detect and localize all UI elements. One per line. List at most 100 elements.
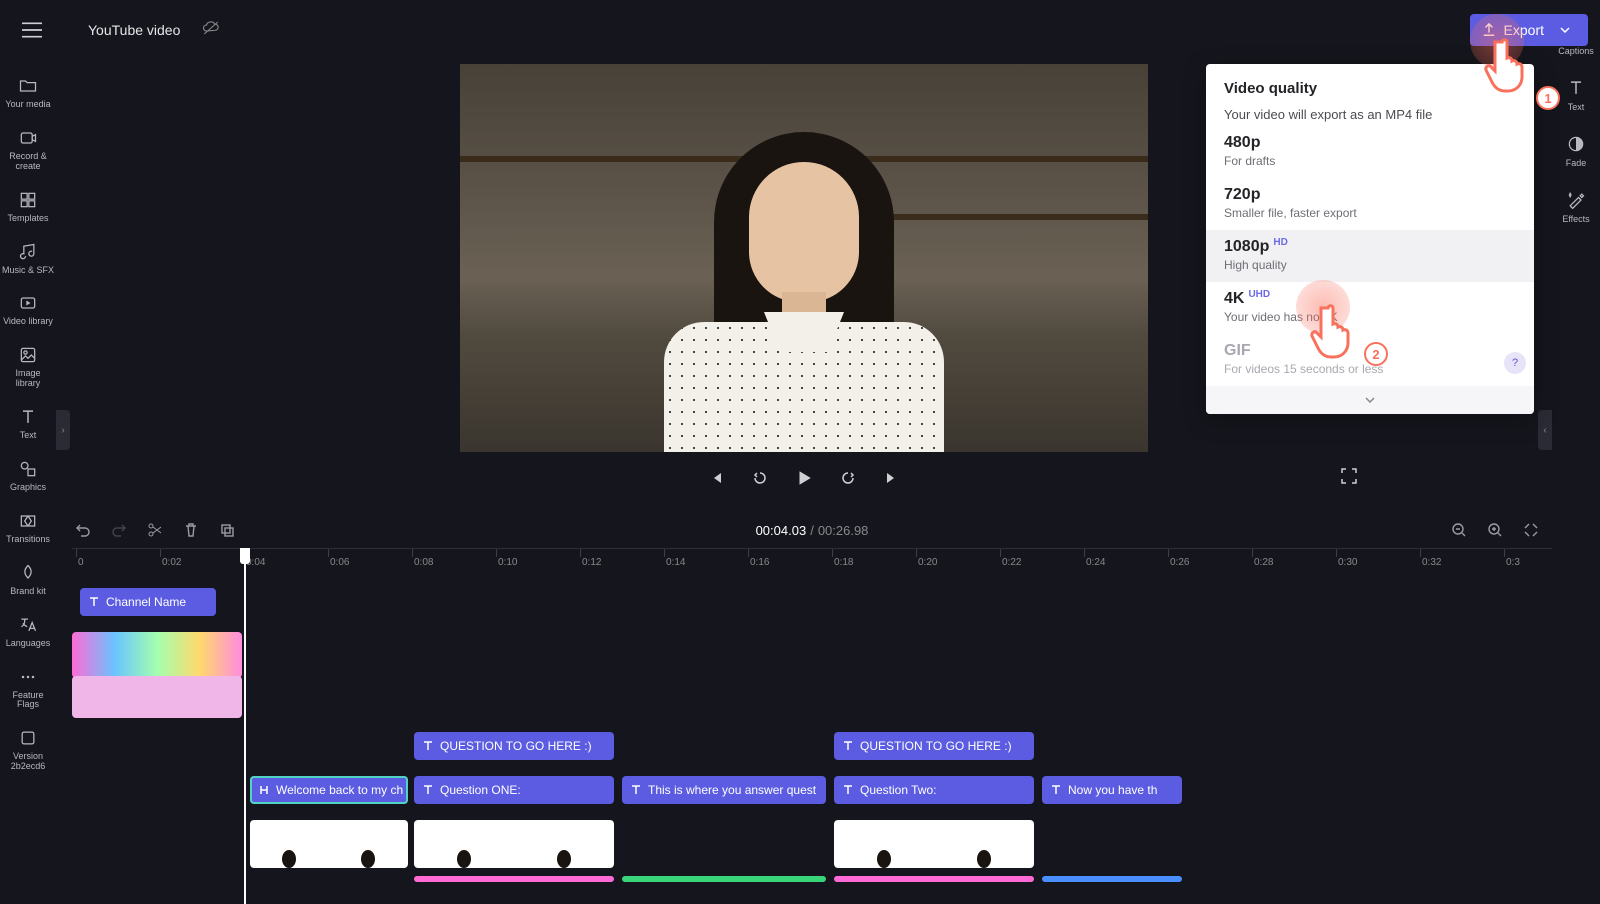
- clip-answer[interactable]: This is where you answer quest: [622, 776, 826, 804]
- ruler-tick-label: 0:02: [162, 557, 181, 568]
- export-label: Export: [1504, 22, 1544, 38]
- ruler-tick-label: 0:24: [1086, 557, 1105, 568]
- leftbar-templates[interactable]: Templates: [0, 182, 56, 232]
- zoom-fit-button[interactable]: [1520, 519, 1542, 541]
- leftbar-feature-flags[interactable]: Feature Flags: [0, 659, 56, 719]
- menu-button[interactable]: [12, 10, 52, 50]
- track-question-headers: QUESTION TO GO HERE :) QUESTION TO GO HE…: [72, 732, 1552, 768]
- help-badge[interactable]: ?: [1504, 352, 1526, 374]
- track-video: [72, 820, 1552, 868]
- rightbar-effects[interactable]: Effects: [1552, 180, 1600, 234]
- zoom-out-button[interactable]: [1448, 519, 1470, 541]
- timeline-toolbar: 00:04.03/00:26.98: [72, 512, 1552, 548]
- export-option-gif[interactable]: GIF For videos 15 seconds or less: [1206, 334, 1534, 386]
- leftbar-languages[interactable]: Languages: [0, 607, 56, 657]
- zoom-in-button[interactable]: [1484, 519, 1506, 541]
- ruler-tick-label: 0:22: [1002, 557, 1021, 568]
- right-toolbar: CCCaptions Text Fade Effects: [1552, 0, 1600, 904]
- play-button[interactable]: [792, 466, 816, 490]
- clip-video-1[interactable]: [250, 820, 408, 868]
- ruler-tick-label: 0:18: [834, 557, 853, 568]
- track-text-lower: Welcome back to my ch Question ONE: This…: [72, 776, 1552, 812]
- ruler-tick-label: 0:3: [1506, 557, 1520, 568]
- playhead[interactable]: [244, 548, 246, 904]
- timeline-ruler[interactable]: 00:020:040:060:080:100:120:140:160:180:2…: [72, 548, 1552, 574]
- leftbar-record-create[interactable]: Record & create: [0, 120, 56, 180]
- forward-button[interactable]: [836, 466, 860, 490]
- ruler-tick-label: 0:12: [582, 557, 601, 568]
- export-option-4k[interactable]: 4KUHD Your video has no 4K: [1206, 282, 1534, 334]
- clip-welcome[interactable]: Welcome back to my ch: [250, 776, 408, 804]
- track-audio: [72, 876, 1552, 882]
- clip-pink-overlay[interactable]: [72, 676, 242, 718]
- ruler-tick-label: 0:10: [498, 557, 517, 568]
- leftbar-graphics[interactable]: Graphics: [0, 451, 56, 501]
- hamburger-icon: [22, 22, 42, 38]
- ruler-tick-label: 0:32: [1422, 557, 1441, 568]
- next-frame-button[interactable]: [880, 466, 904, 490]
- clip-question-one[interactable]: Question ONE:: [414, 776, 614, 804]
- rightbar-text[interactable]: Text: [1552, 68, 1600, 122]
- undo-button[interactable]: [72, 519, 94, 541]
- export-panel-more[interactable]: [1206, 386, 1534, 414]
- ruler-tick-label: 0:06: [330, 557, 349, 568]
- rightbar-fade[interactable]: Fade: [1552, 124, 1600, 178]
- timeline-tracks: Channel Name QUESTION TO GO HERE :) QUES…: [72, 588, 1552, 904]
- leftbar-transitions[interactable]: Transitions: [0, 503, 56, 553]
- ruler-tick-label: 0:26: [1170, 557, 1189, 568]
- chevron-down-icon: [1560, 27, 1570, 33]
- export-panel-title: Video quality: [1224, 80, 1516, 97]
- duplicate-button[interactable]: [216, 519, 238, 541]
- clip-video-2[interactable]: [414, 820, 614, 868]
- leftbar-version[interactable]: Version 2b2ecd6: [0, 720, 56, 780]
- clip-question-two[interactable]: Question Two:: [834, 776, 1034, 804]
- export-button[interactable]: Export: [1470, 14, 1588, 46]
- clip-video-3[interactable]: [834, 820, 1034, 868]
- export-option-720p[interactable]: 720p Smaller file, faster export: [1206, 178, 1534, 230]
- video-preview[interactable]: [460, 64, 1148, 452]
- export-panel-subtitle: Your video will export as an MP4 file: [1224, 107, 1516, 122]
- cloud-sync-off-icon: [202, 21, 220, 40]
- rewind-button[interactable]: [748, 466, 772, 490]
- ruler-tick-label: 0: [78, 557, 84, 568]
- export-option-1080p[interactable]: 1080pHD High quality: [1206, 230, 1534, 282]
- clip-audio-2[interactable]: [622, 876, 826, 882]
- playback-controls: [704, 466, 904, 490]
- chevron-down-icon: [1365, 397, 1375, 403]
- leftbar-brand-kit[interactable]: Brand kit: [0, 555, 56, 605]
- upload-icon: [1482, 23, 1496, 37]
- left-panel-expand[interactable]: ›: [56, 410, 70, 450]
- ruler-tick-label: 0:16: [750, 557, 769, 568]
- prev-frame-button[interactable]: [704, 466, 728, 490]
- ruler-tick-label: 0:14: [666, 557, 685, 568]
- clip-audio-1[interactable]: [414, 876, 614, 882]
- ruler-tick-label: 0:28: [1254, 557, 1273, 568]
- redo-button[interactable]: [108, 519, 130, 541]
- clip-now-have[interactable]: Now you have th: [1042, 776, 1182, 804]
- clip-audio-3[interactable]: [834, 876, 1034, 882]
- leftbar-music-sfx[interactable]: Music & SFX: [0, 234, 56, 284]
- clip-audio-4[interactable]: [1042, 876, 1182, 882]
- fullscreen-button[interactable]: [1340, 467, 1358, 490]
- track-overlay-2: [72, 676, 1552, 724]
- leftbar-image-library[interactable]: Image library: [0, 337, 56, 397]
- clip-gradient-overlay[interactable]: [72, 632, 242, 678]
- track-overlay-1: [72, 632, 1552, 668]
- clip-question-header-2[interactable]: QUESTION TO GO HERE :): [834, 732, 1034, 760]
- export-option-480p[interactable]: 480p For drafts: [1206, 126, 1534, 178]
- right-panel-collapse[interactable]: ‹: [1538, 410, 1552, 450]
- ruler-tick-label: 0:30: [1338, 557, 1357, 568]
- leftbar-video-library[interactable]: Video library: [0, 285, 56, 335]
- export-quality-panel: Video quality Your video will export as …: [1206, 64, 1534, 414]
- delete-button[interactable]: [180, 519, 202, 541]
- timecode-display: 00:04.03/00:26.98: [756, 523, 869, 538]
- clip-question-header-1[interactable]: QUESTION TO GO HERE :): [414, 732, 614, 760]
- ruler-tick-label: 0:20: [918, 557, 937, 568]
- split-button[interactable]: [144, 519, 166, 541]
- project-title: YouTube video: [88, 22, 180, 38]
- clip-channel-name[interactable]: Channel Name: [80, 588, 216, 616]
- leftbar-your-media[interactable]: Your media: [0, 68, 56, 118]
- timeline[interactable]: 00:020:040:060:080:100:120:140:160:180:2…: [72, 548, 1552, 904]
- leftbar-text[interactable]: Text: [0, 399, 56, 449]
- track-title: Channel Name: [72, 588, 1552, 624]
